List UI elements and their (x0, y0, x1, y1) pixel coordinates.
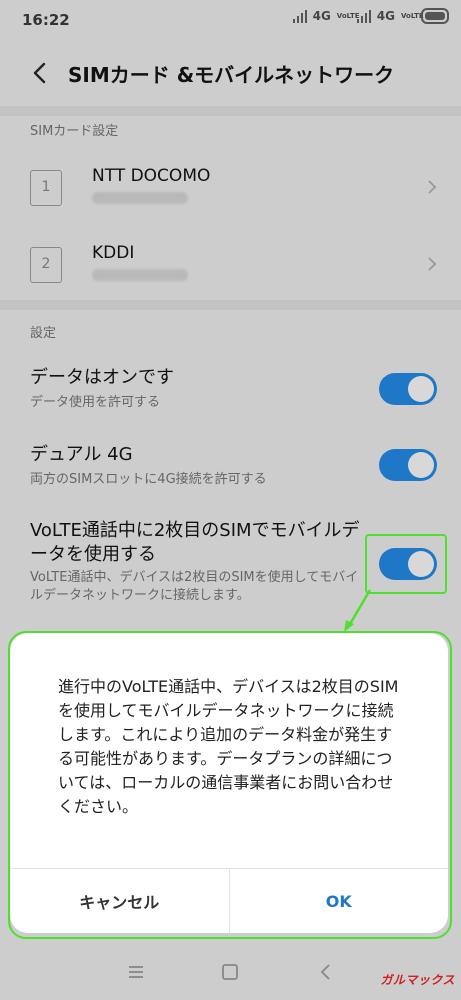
network-type-2: 4G (376, 9, 395, 23)
setting-title: デュアル 4G (30, 444, 133, 465)
back-icon[interactable] (312, 958, 340, 986)
section-divider (0, 106, 461, 116)
highlight-box (365, 534, 447, 594)
chevron-right-icon (428, 180, 437, 194)
signal-icon (356, 9, 371, 23)
sim-section-label: SIMカード設定 (30, 124, 119, 139)
sim-card-icon: 1 (30, 170, 62, 206)
mobile-data-toggle[interactable] (379, 373, 437, 405)
volte-icon: VoLTE (336, 11, 360, 20)
setting-subtitle: VoLTE通話中、デバイスは2枚目のSIMを使用してモバイルデータネットワークに… (30, 570, 359, 603)
network-type-1: 4G (312, 9, 331, 23)
back-arrow-icon[interactable] (26, 58, 56, 88)
chevron-right-icon (428, 257, 437, 271)
setting-title: VoLTE通話中に2枚目のSIMでモバイルデータを使用する (30, 520, 360, 565)
setting-subtitle: 両方のSIMスロットに4G接続を許可する (30, 472, 267, 487)
navigation-bar: ガルマックス (0, 944, 461, 1000)
page-title: SIMカード &モバイルネットワーク (68, 63, 395, 87)
watermark-logo: ガルマックス (380, 973, 455, 987)
home-icon[interactable] (216, 958, 244, 986)
setting-title: データはオンです (30, 367, 174, 388)
sim-carrier-name: NTT DOCOMO (92, 166, 211, 186)
status-time: 16:22 (22, 11, 70, 29)
app-header: SIMカード &モバイルネットワーク (0, 48, 461, 100)
sim-number-redacted (92, 192, 188, 204)
dual-4g-toggle[interactable] (379, 449, 437, 481)
battery-icon (421, 8, 449, 24)
settings-section-label: 設定 (30, 326, 57, 341)
menu-icon[interactable] (122, 958, 150, 986)
status-icons: 4G VoLTE 4G VoLTE (292, 8, 449, 24)
sim-number-redacted (92, 269, 188, 281)
section-divider (0, 300, 461, 310)
status-bar: 16:22 4G VoLTE 4G VoLTE (0, 0, 461, 40)
highlight-arrow (344, 589, 372, 632)
sim-card-icon: 2 (30, 247, 62, 283)
sim-card-row[interactable]: 1 NTT DOCOMO (0, 160, 461, 236)
volte-icon: VoLTE (401, 11, 424, 20)
signal-icon (292, 9, 307, 23)
sim-carrier-name: KDDI (92, 243, 135, 263)
highlight-box (8, 631, 452, 939)
setting-subtitle: データ使用を許可する (30, 395, 161, 410)
